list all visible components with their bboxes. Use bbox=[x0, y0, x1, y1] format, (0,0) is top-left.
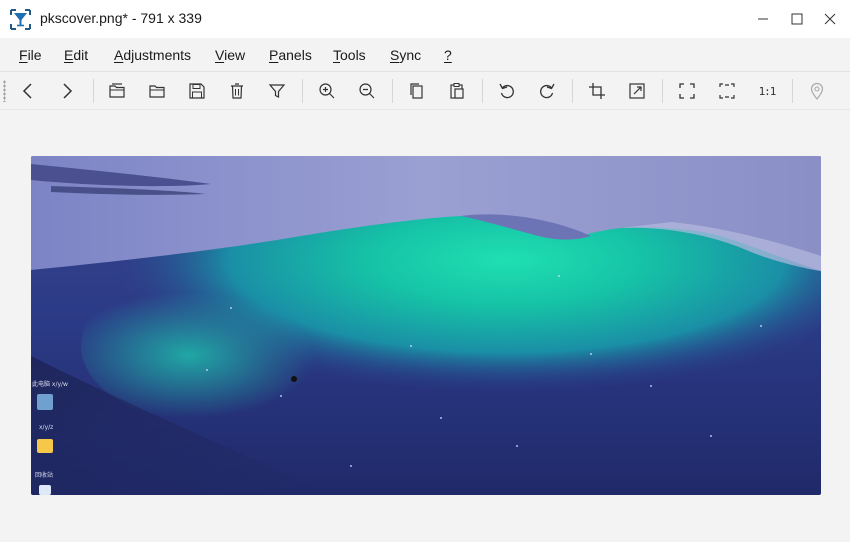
menu-tools-mnemonic: T bbox=[333, 47, 340, 63]
rotate-left-button[interactable] bbox=[496, 80, 518, 102]
menu-view-label: iew bbox=[224, 47, 246, 63]
menu-bar: File Edit Adjustments View Panels Tools … bbox=[0, 38, 850, 72]
filter-icon bbox=[268, 82, 286, 100]
menu-adjustments[interactable]: Adjustments bbox=[114, 47, 191, 63]
menu-panels[interactable]: Panels bbox=[269, 47, 312, 63]
maximize-button[interactable] bbox=[780, 0, 814, 38]
maximize-icon bbox=[791, 13, 803, 25]
previous-button[interactable] bbox=[17, 80, 39, 102]
menu-sync[interactable]: Sync bbox=[390, 47, 421, 63]
menu-adjustments-mnemonic: A bbox=[114, 47, 124, 63]
zoom-out-icon bbox=[358, 82, 376, 100]
close-icon bbox=[824, 13, 836, 25]
toolbar-separator bbox=[572, 79, 573, 103]
rotate-right-button[interactable] bbox=[536, 80, 558, 102]
title-bar: pkscover.png* - 791 x 339 bbox=[0, 0, 850, 38]
copy-button[interactable] bbox=[406, 80, 428, 102]
rotate-right-icon bbox=[538, 82, 556, 100]
location-pin-icon bbox=[808, 82, 826, 100]
menu-file-label: ile bbox=[27, 47, 42, 63]
menu-tools[interactable]: Tools bbox=[333, 47, 366, 63]
next-icon bbox=[58, 82, 76, 100]
fit-selection-icon bbox=[718, 82, 736, 100]
menu-file-mnemonic: F bbox=[19, 47, 28, 63]
toolbar-separator bbox=[662, 79, 663, 103]
desktop-label: 此电脑 x/y/w bbox=[32, 380, 68, 388]
fullscreen-button[interactable] bbox=[676, 80, 698, 102]
minimize-button[interactable] bbox=[746, 0, 780, 38]
open-folder-button[interactable] bbox=[146, 80, 168, 102]
crop-button[interactable] bbox=[586, 80, 608, 102]
open-recent-button[interactable] bbox=[106, 80, 128, 102]
window-title: pkscover.png* - 791 x 339 bbox=[40, 10, 202, 26]
menu-help-mnemonic: ? bbox=[444, 47, 452, 63]
toolbar-separator bbox=[93, 79, 94, 103]
rotate-left-icon bbox=[498, 82, 516, 100]
menu-sync-label: ync bbox=[399, 47, 422, 63]
previous-icon bbox=[19, 82, 37, 100]
toolbar-separator bbox=[792, 79, 793, 103]
minimize-icon bbox=[757, 13, 769, 25]
filter-button[interactable] bbox=[266, 80, 288, 102]
menu-edit-mnemonic: E bbox=[64, 47, 74, 63]
toolbar: 1:1 bbox=[0, 72, 850, 110]
menu-help[interactable]: ? bbox=[444, 47, 452, 63]
resize-icon bbox=[628, 82, 646, 100]
actual-size-button[interactable]: 1:1 bbox=[756, 80, 778, 102]
image-canvas[interactable]: 此电脑 x/y/w x/y/z 回收站 bbox=[0, 111, 850, 542]
menu-adjustments-label: djustments bbox=[123, 47, 192, 63]
zoom-in-button[interactable] bbox=[316, 80, 338, 102]
open-folder-icon bbox=[148, 82, 166, 100]
fullscreen-icon bbox=[678, 82, 696, 100]
next-button[interactable] bbox=[56, 80, 78, 102]
paste-button[interactable] bbox=[446, 80, 468, 102]
menu-file[interactable]: File bbox=[19, 47, 42, 63]
location-button[interactable] bbox=[806, 80, 828, 102]
fit-selection-button[interactable] bbox=[716, 80, 738, 102]
toolbar-separator bbox=[392, 79, 393, 103]
menu-panels-label: anels bbox=[278, 47, 312, 63]
delete-icon bbox=[228, 82, 246, 100]
desktop-label: 回收站 bbox=[35, 471, 53, 479]
copy-icon bbox=[408, 82, 426, 100]
desktop-label: x/y/z bbox=[39, 424, 53, 431]
resize-button[interactable] bbox=[626, 80, 648, 102]
toolbar-separator bbox=[482, 79, 483, 103]
save-button[interactable] bbox=[186, 80, 208, 102]
close-button[interactable] bbox=[813, 0, 847, 38]
menu-view[interactable]: View bbox=[215, 47, 245, 63]
menu-panels-mnemonic: P bbox=[269, 47, 279, 63]
save-icon bbox=[188, 82, 206, 100]
menu-view-mnemonic: V bbox=[215, 47, 225, 63]
image-preview[interactable]: 此电脑 x/y/w x/y/z 回收站 bbox=[31, 156, 821, 495]
menu-edit[interactable]: Edit bbox=[64, 47, 88, 63]
menu-tools-label: ools bbox=[340, 47, 366, 63]
actual-size-icon: 1:1 bbox=[758, 84, 777, 98]
menu-sync-mnemonic: S bbox=[390, 47, 400, 63]
paste-icon bbox=[448, 82, 466, 100]
delete-button[interactable] bbox=[226, 80, 248, 102]
zoom-out-button[interactable] bbox=[356, 80, 378, 102]
crop-icon bbox=[588, 82, 606, 100]
menu-edit-label: dit bbox=[73, 47, 89, 63]
funnel-glass-icon bbox=[9, 8, 32, 31]
toolbar-separator bbox=[302, 79, 303, 103]
open-recent-icon bbox=[108, 82, 126, 100]
zoom-in-icon bbox=[318, 82, 336, 100]
toolbar-grip[interactable] bbox=[3, 80, 6, 102]
